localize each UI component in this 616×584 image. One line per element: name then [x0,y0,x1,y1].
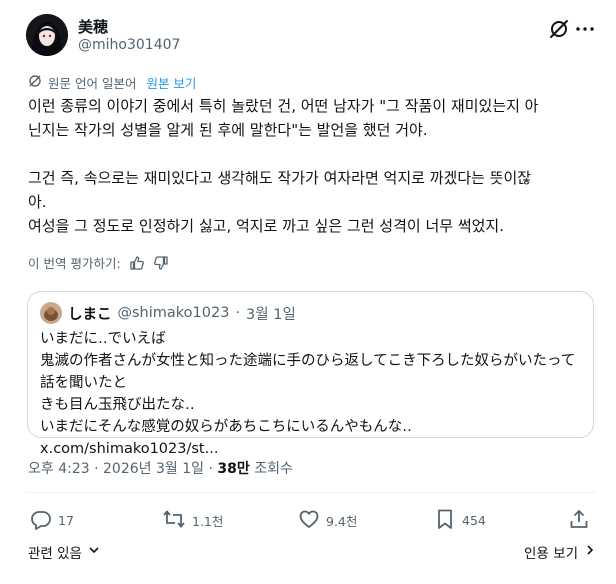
action-bar: 17 1.1천 9.4천 454 [26,508,596,532]
meta-separator: · [94,461,99,477]
quote-separator: · [235,305,241,321]
share-button[interactable] [568,508,590,533]
quote-header: しまこ @shimako1023 · 3월 1일 [40,302,296,324]
tweet-date[interactable]: 2026년 3월 1일 [103,461,204,477]
bookmark-count: 454 [462,513,486,528]
show-original-link[interactable]: 원본 보기 [146,73,196,92]
chevron-down-icon [88,544,100,560]
view-quotes-label: 인용 보기 [524,546,578,562]
repost-icon [162,508,186,533]
like-button[interactable]: 9.4천 [298,508,357,533]
quote-body: いまだに‥でいえば 鬼滅の作者さんが女性と知った途端に手のひら返してこき下ろした… [40,328,580,460]
bookmark-button[interactable]: 454 [434,508,486,533]
meta-separator: · [208,461,213,477]
author-name[interactable]: 美穂 [78,16,108,37]
translation-note: 원문 언어 일본어 [48,76,137,91]
tweet-header: 美穂 @miho301407 [26,14,596,58]
like-count: 9.4천 [326,514,358,529]
repost-button[interactable]: 1.1천 [162,508,223,533]
translate-icon [28,74,42,91]
thumb-down-icon[interactable] [153,255,169,271]
related-toggle[interactable]: 관련 있음 [28,542,100,562]
reply-button[interactable]: 17 [30,508,74,533]
tweet-meta: 오후 4:23 · 2026년 3월 1일 · 38만 조회수 [28,458,293,478]
view-quotes-link[interactable]: 인용 보기 [524,542,596,562]
rate-translation-row: 이 번역 평가하기: [28,253,169,272]
reply-count: 17 [58,513,74,528]
quote-text: いまだに‥でいえば 鬼滅の作者さんが女性と知った途端に手のひら返してこき下ろした… [40,331,576,435]
quote-tweet-card[interactable]: しまこ @shimako1023 · 3월 1일 いまだに‥でいえば 鬼滅の作者… [27,291,594,457]
more-icon[interactable] [574,18,596,40]
avatar[interactable] [26,14,68,56]
tweet-text: 이런 종류의 이야기 중에서 특히 놀랐던 건, 어떤 남자가 "그 작품이 재… [28,97,539,235]
grok-icon[interactable] [548,18,570,40]
related-label: 관련 있음 [28,546,82,562]
thumb-up-icon[interactable] [129,255,145,271]
divider [26,492,596,493]
translation-note-row: 원문 언어 일본어 원본 보기 [28,73,196,92]
share-icon [568,508,590,533]
bookmark-icon [434,508,456,533]
view-count: 38만 [217,461,250,477]
chevron-right-icon [584,544,596,560]
quote-avatar [40,302,62,324]
reply-icon [30,508,52,533]
repost-count: 1.1천 [192,514,224,529]
quote-author-handle: @shimako1023 [117,305,230,321]
author-handle[interactable]: @miho301407 [78,37,180,53]
quote-link[interactable]: x.com/shimako1023/st... [40,438,580,460]
rate-translation-label: 이 번역 평가하기: [28,256,121,271]
heart-icon [298,508,320,533]
quote-author-name: しまこ [68,306,112,323]
tweet-time[interactable]: 오후 4:23 [28,461,90,477]
quote-date: 3월 1일 [246,306,296,323]
views-label: 조회수 [254,461,293,477]
